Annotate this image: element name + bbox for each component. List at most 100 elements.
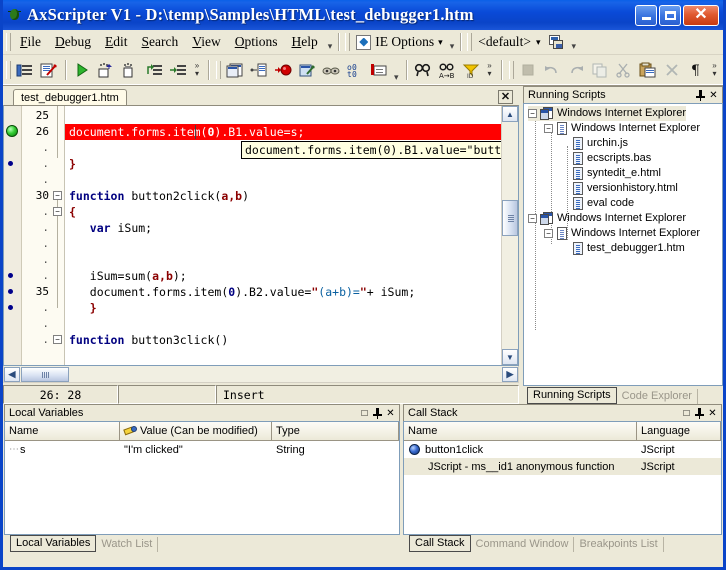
cell-value[interactable]: "I'm clicked": [120, 443, 272, 457]
call-stack-grid[interactable]: Name Language button1click JScript JScri…: [403, 421, 722, 535]
tab-watch-list[interactable]: Watch List: [96, 537, 159, 552]
engine-overflow-chevron-icon[interactable]: ▾: [568, 41, 579, 52]
menu-edit[interactable]: Edit: [98, 32, 135, 53]
scroll-thumb[interactable]: [502, 200, 518, 236]
code-editor[interactable]: 25 26 . . . 30 . . . . . 35 . . . − − − …: [3, 105, 519, 366]
tree-node[interactable]: syntedit_e.html: [572, 166, 661, 181]
column-header-type[interactable]: Type: [272, 422, 399, 440]
step-out-icon[interactable]: [143, 59, 165, 81]
column-header-language[interactable]: Language: [637, 422, 721, 440]
script-list-icon[interactable]: [248, 59, 270, 81]
editor-tab-test-debugger1[interactable]: test_debugger1.htm: [13, 89, 127, 106]
breakpoint-gutter[interactable]: [4, 106, 22, 365]
tree-node[interactable]: urchin.js: [572, 136, 628, 151]
tree-node[interactable]: − Windows Internet Explorer: [544, 226, 700, 241]
menu-file[interactable]: File: [13, 32, 48, 53]
toolbar-overflow-4[interactable]: » ▾: [708, 62, 722, 78]
undo-icon[interactable]: [541, 59, 563, 81]
table-row[interactable]: JScript - ms__id1 anonymous function JSc…: [404, 458, 721, 475]
tab-code-explorer[interactable]: Code Explorer: [617, 389, 698, 404]
ie-toolbar-grip[interactable]: [345, 33, 351, 51]
scroll-down-icon[interactable]: ▼: [502, 349, 518, 365]
ie-overflow-chevron-icon[interactable]: ▾: [447, 41, 458, 52]
running-scripts-close-icon[interactable]: ✕: [707, 89, 720, 102]
menu-view[interactable]: View: [185, 32, 227, 53]
swap-icon[interactable]: o0t0: [344, 59, 366, 81]
toolbar-overflow-1[interactable]: » ▾: [190, 62, 204, 78]
breakpoint-dot-4[interactable]: [8, 305, 13, 310]
close-button[interactable]: ✕: [683, 4, 719, 26]
call-stack-close-icon[interactable]: ✕: [706, 407, 719, 420]
menu-search[interactable]: Search: [135, 32, 186, 53]
step-over-icon[interactable]: [119, 59, 141, 81]
scroll-right-icon[interactable]: ▶: [502, 366, 518, 382]
tree-node[interactable]: − Windows Internet Explorer: [528, 106, 686, 121]
expander-icon[interactable]: −: [528, 109, 537, 118]
find-icon[interactable]: [412, 59, 434, 81]
call-stack-pin-icon[interactable]: [693, 407, 706, 420]
fold-gutter[interactable]: − − −: [51, 106, 65, 365]
hscroll-thumb[interactable]: [21, 366, 69, 382]
editor-tab-close-icon[interactable]: ✕: [498, 90, 513, 104]
expander-icon[interactable]: −: [528, 214, 537, 223]
pilcrow-icon[interactable]: ¶: [685, 59, 707, 81]
code-text-area[interactable]: document.forms.item(0).B1.value=s; } fun…: [65, 106, 501, 365]
column-header-value[interactable]: Value (Can be modified): [120, 422, 272, 440]
toolbar-grip-1[interactable]: [6, 61, 11, 79]
local-variables-grid[interactable]: Name Value (Can be modified) Type ⋯ s "I…: [4, 421, 400, 535]
tree-node[interactable]: ecscripts.bas: [572, 151, 651, 166]
find-replace-icon[interactable]: A→B: [436, 59, 458, 81]
column-header-name[interactable]: Name: [404, 422, 637, 440]
call-stack-maximize-icon[interactable]: □: [680, 407, 693, 420]
running-scripts-pin-icon[interactable]: [694, 89, 707, 102]
fold-toggle-block2[interactable]: −: [53, 207, 62, 216]
menu-grip[interactable]: [6, 33, 11, 51]
clear-watch-icon[interactable]: [38, 59, 60, 81]
fold-toggle-function2[interactable]: −: [53, 191, 62, 200]
toolbar-overflow-3[interactable]: » ▾: [483, 62, 497, 78]
expander-icon[interactable]: −: [544, 124, 553, 133]
breakpoint-properties-icon[interactable]: [296, 59, 318, 81]
column-header-name[interactable]: Name: [5, 422, 120, 440]
redo-icon[interactable]: [565, 59, 587, 81]
editor-horizontal-scrollbar[interactable]: ◀ ▶: [3, 366, 519, 383]
local-variables-maximize-icon[interactable]: □: [358, 407, 371, 420]
tab-local-variables[interactable]: Local Variables: [10, 535, 97, 552]
insert-watch-icon[interactable]: [14, 59, 36, 81]
windows-list-icon[interactable]: [224, 59, 246, 81]
menu-help[interactable]: Help: [285, 32, 325, 53]
scroll-up-icon[interactable]: ▲: [502, 106, 518, 122]
annotation-icon[interactable]: [368, 59, 390, 81]
tab-breakpoints-list[interactable]: Breakpoints List: [574, 537, 664, 552]
table-row[interactable]: button1click JScript: [404, 441, 721, 458]
stop-icon[interactable]: [517, 59, 539, 81]
scroll-left-icon[interactable]: ◀: [4, 366, 20, 382]
breakpoint-dot-1[interactable]: [8, 161, 13, 166]
filter-id-icon[interactable]: ID: [460, 59, 482, 81]
engine-toolbar-grip[interactable]: [467, 33, 473, 51]
step-into-icon[interactable]: [95, 59, 117, 81]
maximize-button[interactable]: [659, 4, 681, 26]
fold-toggle-function3[interactable]: −: [53, 335, 62, 344]
running-scripts-tree[interactable]: − Windows Internet Explorer − Windows In…: [523, 103, 723, 386]
tab-command-window[interactable]: Command Window: [471, 537, 575, 552]
paste-icon[interactable]: [637, 59, 659, 81]
ie-options-button[interactable]: IE Options ▾: [352, 32, 446, 52]
copy-icon[interactable]: [589, 59, 611, 81]
tree-node[interactable]: − Windows Internet Explorer: [544, 121, 700, 136]
breakpoint-dot-2[interactable]: [8, 273, 13, 278]
minimize-button[interactable]: [635, 4, 657, 26]
editor-vertical-scrollbar[interactable]: ▲ ▼: [501, 106, 518, 365]
spy-icon[interactable]: [320, 59, 342, 81]
menu-debug[interactable]: Debug: [48, 32, 98, 53]
save-script-button[interactable]: [545, 31, 567, 53]
tree-node[interactable]: test_debugger1.htm: [572, 241, 685, 256]
toolbar-overflow-2[interactable]: ▾: [391, 72, 402, 83]
tree-node[interactable]: − Windows Internet Explorer: [528, 211, 686, 226]
toggle-breakpoint-icon[interactable]: [272, 59, 294, 81]
engine-selector[interactable]: <default> ▾: [474, 32, 544, 52]
run-icon[interactable]: [71, 59, 93, 81]
tree-node[interactable]: eval code: [572, 196, 634, 211]
local-variables-close-icon[interactable]: ✕: [384, 407, 397, 420]
toolbar-grip-3[interactable]: [508, 61, 514, 79]
